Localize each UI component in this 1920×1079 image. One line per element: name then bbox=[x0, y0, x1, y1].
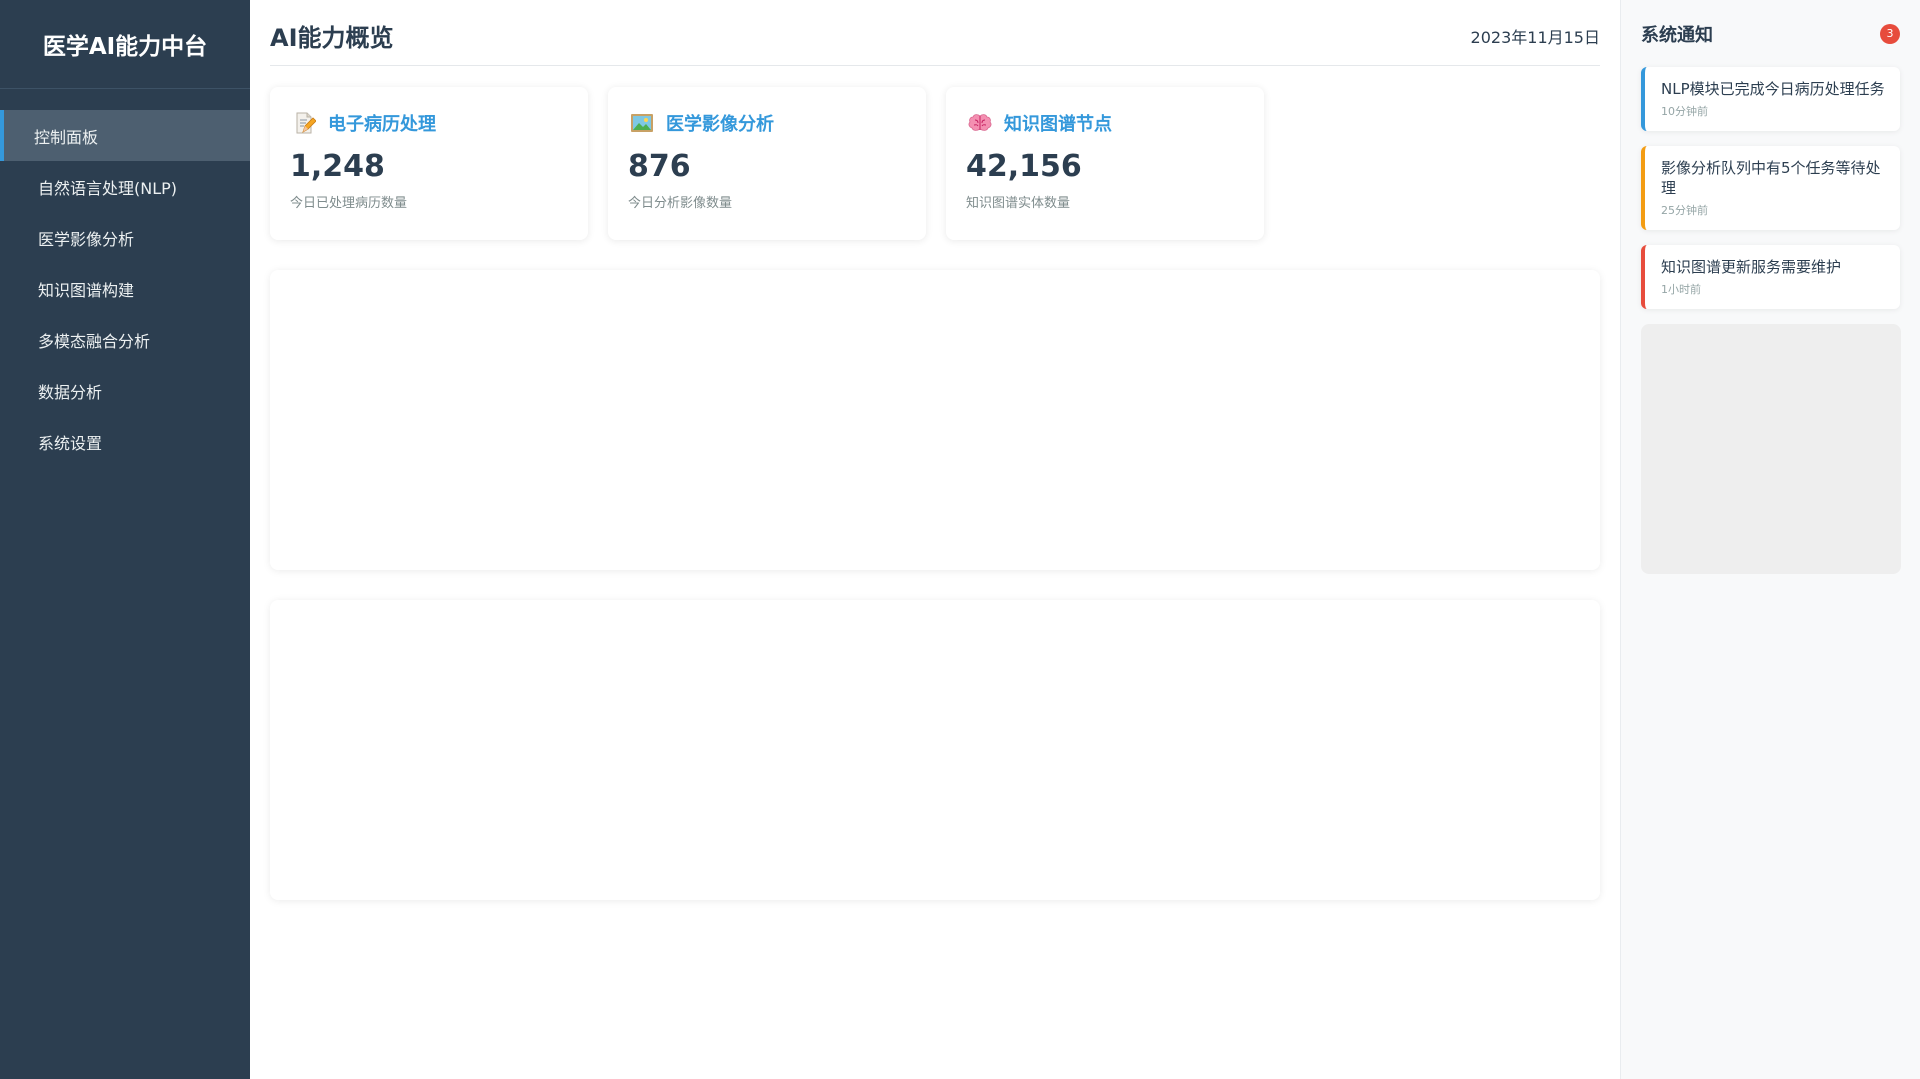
notification-time: 10分钟前 bbox=[1661, 105, 1708, 118]
notification-item-info[interactable]: NLP模块已完成今日病历处理任务 10分钟前 bbox=[1641, 67, 1900, 131]
notification-panel: 系统通知 3 NLP模块已完成今日病历处理任务 10分钟前 影像分析队列中有5个… bbox=[1620, 0, 1920, 1079]
brain-icon bbox=[966, 109, 994, 137]
notification-panel-placeholder bbox=[1641, 324, 1901, 574]
notification-text: 知识图谱更新服务需要维护 bbox=[1661, 258, 1842, 276]
notification-title: 系统通知 bbox=[1641, 24, 1713, 46]
sidebar-item-dashboard[interactable]: 控制面板 bbox=[0, 110, 250, 161]
picture-icon bbox=[628, 109, 656, 137]
memo-icon bbox=[290, 109, 318, 137]
notification-time: 25分钟前 bbox=[1661, 204, 1708, 217]
stat-description: 今日已处理病历数量 bbox=[290, 196, 408, 211]
sidebar-item-data-analysis[interactable]: 数据分析 bbox=[0, 365, 250, 416]
stat-card-header: 电子病历处理 bbox=[290, 107, 568, 139]
stat-card-emr[interactable]: 电子病历处理 1,248 今日已处理病历数量 bbox=[270, 87, 588, 240]
brand-title: 医学AI能力中台 bbox=[0, 0, 250, 89]
stat-card-imaging[interactable]: 医学影像分析 876 今日分析影像数量 bbox=[608, 87, 926, 240]
stat-card-knowledge-graph[interactable]: 知识图谱节点 42,156 知识图谱实体数量 bbox=[946, 87, 1264, 240]
sidebar-item-knowledge-graph[interactable]: 知识图谱构建 bbox=[0, 263, 250, 314]
notification-text: NLP模块已完成今日病历处理任务 bbox=[1661, 80, 1885, 98]
stats-row: 电子病历处理 1,248 今日已处理病历数量 医学影像分析 876 今日分析影像… bbox=[270, 87, 1264, 240]
sidebar-item-multimodal[interactable]: 多模态融合分析 bbox=[0, 314, 250, 365]
stat-title: 电子病历处理 bbox=[328, 114, 436, 135]
sidebar: 医学AI能力中台 控制面板 自然语言处理(NLP) 医学影像分析 知识图谱构建 … bbox=[0, 0, 250, 1079]
sidebar-item-settings[interactable]: 系统设置 bbox=[0, 416, 250, 467]
chart-panel-primary bbox=[270, 270, 1600, 570]
stat-value: 876 bbox=[628, 149, 691, 184]
notification-item-danger[interactable]: 知识图谱更新服务需要维护 1小时前 bbox=[1641, 245, 1900, 309]
stat-description: 今日分析影像数量 bbox=[628, 196, 733, 211]
notification-header: 系统通知 3 bbox=[1641, 0, 1900, 67]
main-content: AI能力概览 2023年11月15日 电子病历处理 1,248 今日已处理病历数… bbox=[250, 0, 1620, 1079]
stat-description: 知识图谱实体数量 bbox=[966, 196, 1071, 211]
sidebar-item-imaging[interactable]: 医学影像分析 bbox=[0, 212, 250, 263]
page-header: AI能力概览 2023年11月15日 bbox=[270, 0, 1600, 66]
stat-title: 医学影像分析 bbox=[666, 114, 774, 135]
stat-title: 知识图谱节点 bbox=[1004, 114, 1112, 135]
stat-value: 42,156 bbox=[966, 149, 1082, 184]
notification-count-badge: 3 bbox=[1880, 23, 1900, 44]
sidebar-nav: 控制面板 自然语言处理(NLP) 医学影像分析 知识图谱构建 多模态融合分析 数… bbox=[0, 110, 250, 467]
stat-value: 1,248 bbox=[290, 149, 385, 184]
notification-text: 影像分析队列中有5个任务等待处理 bbox=[1661, 159, 1881, 197]
stat-card-header: 医学影像分析 bbox=[628, 107, 906, 139]
current-date: 2023年11月15日 bbox=[1470, 27, 1600, 47]
page-title: AI能力概览 bbox=[270, 24, 394, 52]
stat-card-header: 知识图谱节点 bbox=[966, 107, 1244, 139]
notification-item-warning[interactable]: 影像分析队列中有5个任务等待处理 25分钟前 bbox=[1641, 146, 1900, 230]
notification-time: 1小时前 bbox=[1661, 283, 1701, 296]
sidebar-item-nlp[interactable]: 自然语言处理(NLP) bbox=[0, 161, 250, 212]
chart-panel-secondary bbox=[270, 600, 1600, 900]
